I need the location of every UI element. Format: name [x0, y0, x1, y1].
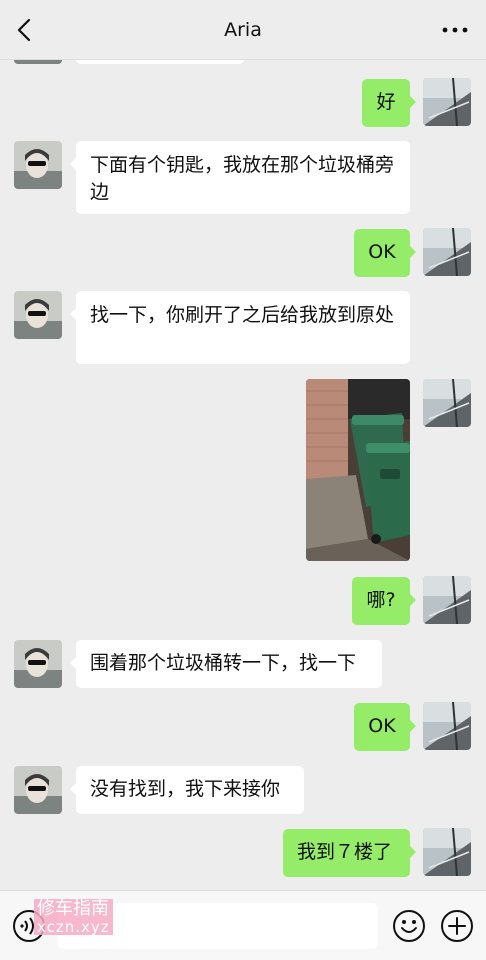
- message-bubble-incoming[interactable]: 找一下，你刷开了之后给我放到原处: [70, 291, 410, 364]
- emoji-button[interactable]: [392, 909, 426, 943]
- watermark-line2: xczn.xyz: [37, 918, 110, 936]
- avatar-me[interactable]: [423, 576, 471, 624]
- avatar-aria[interactable]: [14, 640, 62, 688]
- emoji-icon: [393, 910, 425, 942]
- watermark-line1: 修车指南: [37, 898, 109, 919]
- message-bubble-outgoing[interactable]: 好: [362, 79, 416, 127]
- avatar-me[interactable]: [423, 828, 471, 876]
- message-bubble-outgoing[interactable]: 哪?: [352, 577, 416, 625]
- avatar-me[interactable]: [423, 78, 471, 126]
- avatar-aria[interactable]: [14, 141, 62, 189]
- message-bubble-incoming[interactable]: 没有找到，我下来接你: [70, 766, 304, 814]
- chat-title: Aria: [224, 19, 262, 41]
- message-bubble-incoming[interactable]: 下面有个钥匙，我放在那个垃圾桶旁边: [70, 141, 410, 214]
- avatar-aria[interactable]: [14, 291, 62, 339]
- avatar-me[interactable]: [423, 702, 471, 750]
- more-options-button[interactable]: [438, 14, 472, 46]
- more-features-button[interactable]: [440, 909, 474, 943]
- plus-icon: [441, 910, 473, 942]
- message-bubble-outgoing[interactable]: 我到７楼了: [283, 829, 416, 877]
- message-bubble-incoming[interactable]: 围着那个垃圾桶转一下，找一下: [70, 640, 382, 688]
- avatar-me[interactable]: [423, 228, 471, 276]
- message-image-trash-bins[interactable]: [306, 379, 410, 561]
- message-bubble-outgoing[interactable]: OK: [354, 229, 416, 277]
- message-bubble-outgoing[interactable]: OK: [354, 703, 416, 751]
- avatar-me[interactable]: [423, 379, 471, 427]
- avatar-aria[interactable]: [14, 766, 62, 814]
- chat-area[interactable]: 好 下面有个钥匙，我放在那个垃圾桶旁边 OK 找一下，你刷开了之后给我放到原处: [0, 0, 486, 890]
- watermark: 修车指南 xczn.xyz: [34, 899, 113, 935]
- chat-header: Aria: [0, 0, 486, 60]
- more-dots-icon: [442, 27, 468, 33]
